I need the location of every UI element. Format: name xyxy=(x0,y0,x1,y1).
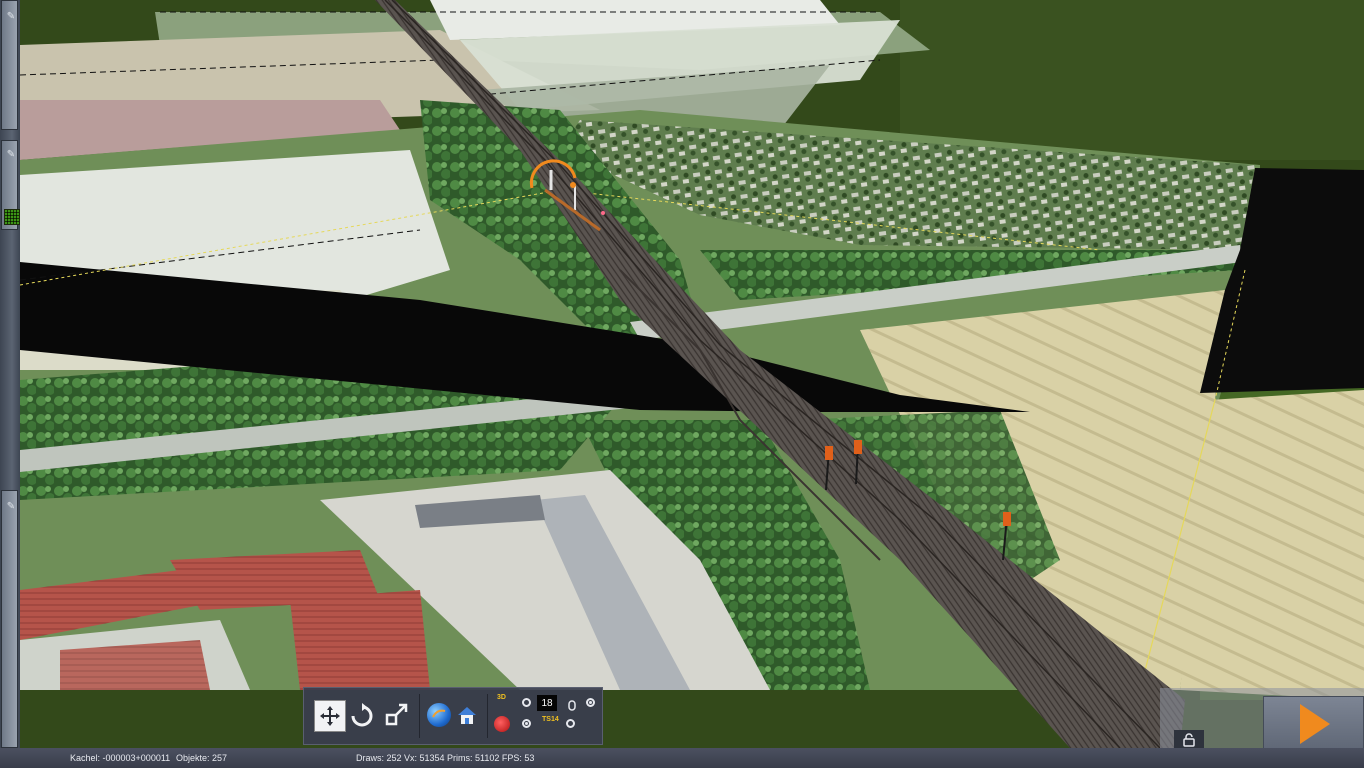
value-box[interactable]: 18 xyxy=(537,695,557,711)
object-count: Objekte: 257 xyxy=(176,753,228,763)
radio-option-3[interactable] xyxy=(586,698,595,707)
left-side-panel: ✎ ✎ ✎ xyxy=(0,0,20,748)
radio-option-4[interactable] xyxy=(566,719,575,728)
wrench-icon[interactable]: ✎ xyxy=(4,499,18,513)
toolbar-divider xyxy=(419,694,420,738)
lock-icon xyxy=(1183,733,1195,747)
radio-option-2[interactable] xyxy=(522,719,531,728)
move-arrows-icon[interactable] xyxy=(314,700,346,732)
bulb-icon[interactable] xyxy=(568,700,576,712)
side-group-terrain: ✎ xyxy=(1,0,18,130)
tool-palette: 3D 18 TS14 xyxy=(303,687,603,745)
render-stats: Draws: 252 Vx: 51354 Prims: 51102 FPS: 5… xyxy=(356,753,535,763)
radio-option-1[interactable] xyxy=(522,698,531,707)
wrench-icon[interactable]: ✎ xyxy=(4,9,18,23)
scale-arrows-icon[interactable] xyxy=(382,700,412,730)
rotate-icon[interactable] xyxy=(348,702,376,730)
play-button[interactable] xyxy=(1263,696,1364,751)
status-bar: Kachel: -000003+000011 Objekte: 257 Draw… xyxy=(0,748,1364,768)
3d-viewport[interactable] xyxy=(0,0,1364,768)
ts-label[interactable]: TS14 xyxy=(542,716,559,723)
side-group-objects: ✎ xyxy=(1,490,18,748)
lock-button[interactable] xyxy=(1174,730,1204,750)
play-icon xyxy=(1299,703,1330,744)
train-red-icon[interactable] xyxy=(494,716,510,732)
3d-label[interactable]: 3D xyxy=(497,694,506,701)
toolbar-divider xyxy=(487,694,488,738)
side-group-grid: ✎ xyxy=(1,140,20,230)
home-icon[interactable] xyxy=(455,703,479,727)
globe-icon[interactable] xyxy=(427,703,451,727)
wrench-icon[interactable]: ✎ xyxy=(4,147,18,161)
grid-icon[interactable] xyxy=(4,209,20,225)
tile-coordinates: Kachel: -000003+000011 xyxy=(70,753,171,763)
